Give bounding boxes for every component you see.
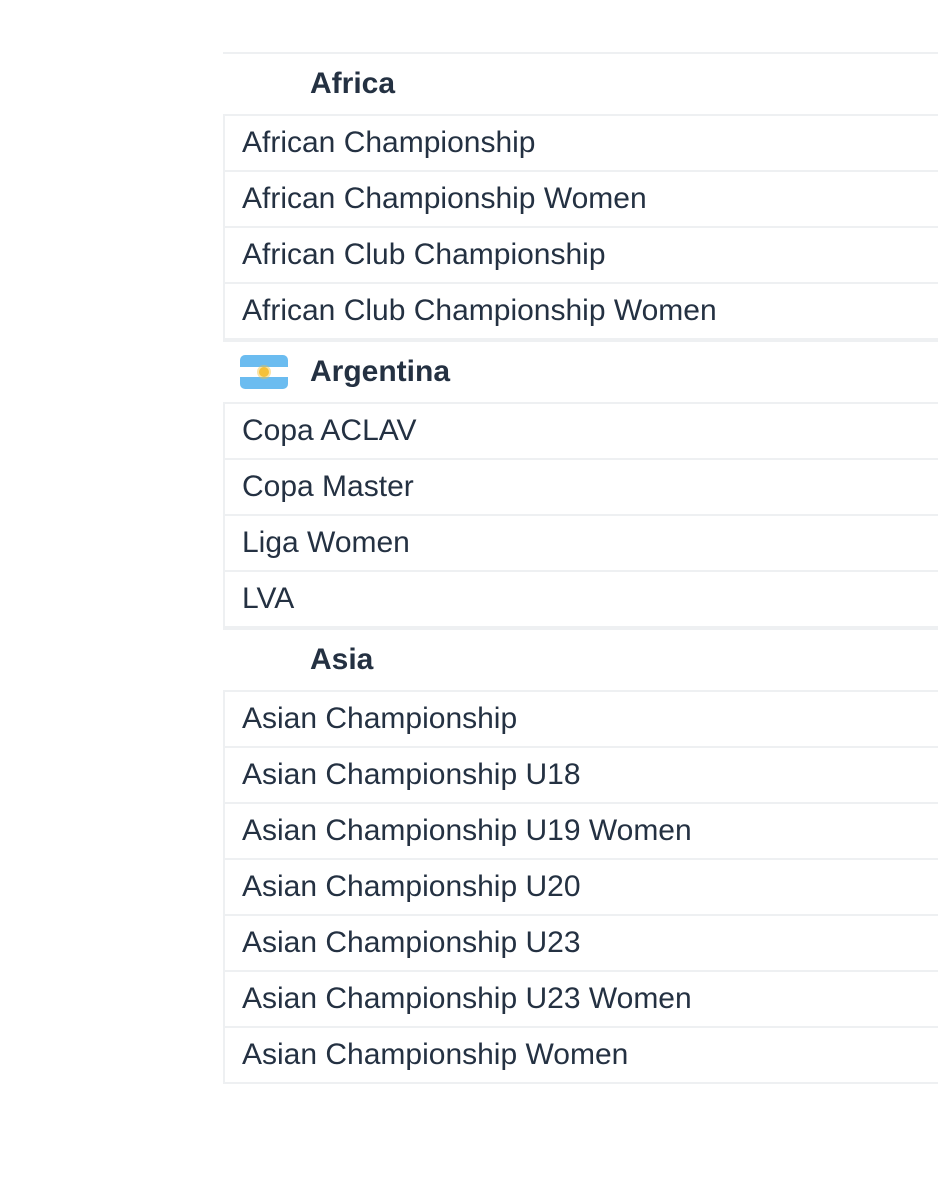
list-item[interactable]: Asian Championship [225,690,938,746]
list-item[interactable]: Asian Championship U19 Women [225,802,938,858]
group-items-asia: Asian Championship Asian Championship U1… [223,690,938,1084]
list-item[interactable]: Copa ACLAV [225,402,938,458]
group-header-africa: Africa [223,52,938,114]
group-header-asia: Asia [223,628,938,690]
list-item[interactable]: African Championship Women [225,170,938,226]
list-item[interactable]: African Championship [225,114,938,170]
list-item[interactable]: LVA [225,570,938,626]
list-item[interactable]: Asian Championship Women [225,1026,938,1082]
group-items-argentina: Copa ACLAV Copa Master Liga Women LVA [223,402,938,628]
list-item[interactable]: Asian Championship U23 [225,914,938,970]
argentina-flag-icon [240,355,288,389]
list-item[interactable]: Liga Women [225,514,938,570]
group-header-argentina: Argentina [223,340,938,402]
group-items-africa: African Championship African Championshi… [223,114,938,340]
list-item[interactable]: African Club Championship [225,226,938,282]
group-title: Argentina [310,355,451,388]
competition-list: Africa African Championship African Cham… [223,52,938,1084]
group-title: Asia [310,643,374,676]
list-item[interactable]: Asian Championship U20 [225,858,938,914]
list-item[interactable]: Asian Championship U18 [225,746,938,802]
group-title: Africa [310,67,396,100]
list-item[interactable]: Asian Championship U23 Women [225,970,938,1026]
list-item[interactable]: African Club Championship Women [225,282,938,338]
list-item[interactable]: Copa Master [225,458,938,514]
